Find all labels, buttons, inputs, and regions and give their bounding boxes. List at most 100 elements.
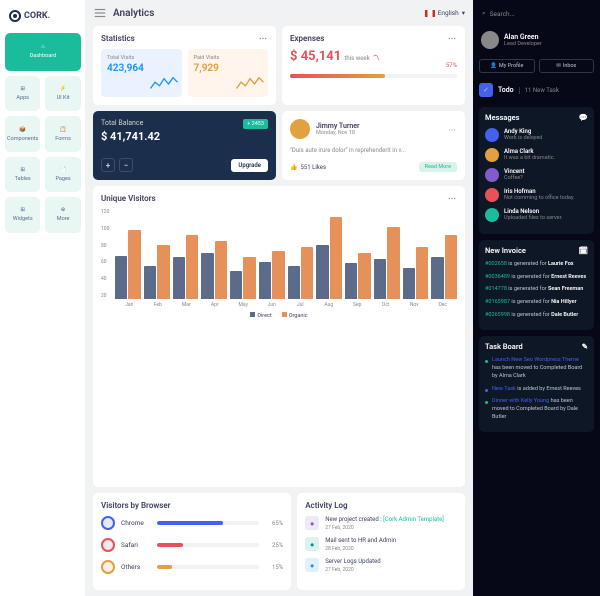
expenses-title: Expenses xyxy=(290,34,324,43)
activity-item: ●New project created : [Cork Admin Templ… xyxy=(305,516,457,531)
browser-icon xyxy=(101,538,115,552)
more-icon[interactable]: ⋯ xyxy=(448,34,457,43)
thumbs-up-icon: 👍 xyxy=(290,164,297,171)
nav-forms[interactable]: 📋Forms xyxy=(45,116,80,151)
activity-item: ●Server Logs Updated 27 Feb, 2020 xyxy=(305,558,457,573)
browsers-title: Visitors by Browser xyxy=(101,501,171,510)
search-icon: ⌕ xyxy=(482,9,486,18)
invoice-item[interactable]: #0165987 is generated for Nia Hillyer xyxy=(485,299,588,307)
task-item[interactable]: New Task is added by Ernest Reeves xyxy=(485,386,588,394)
search-input[interactable]: ⌕ Search... xyxy=(479,6,594,21)
bar-group xyxy=(288,247,314,300)
todo-widget[interactable]: ✓ Todo 11 New Task xyxy=(479,79,594,101)
chat-icon[interactable]: 💬 xyxy=(579,113,588,122)
activity-icon: ● xyxy=(305,558,319,572)
browser-row: Safari25% xyxy=(101,538,283,552)
visitors-chart-card: Unique Visitors⋯ 12010080604020 JanFebMa… xyxy=(93,186,465,487)
activity-card: Activity Log ●New project created : [Cor… xyxy=(297,493,465,590)
avatar xyxy=(290,119,310,139)
bar-group xyxy=(345,253,371,300)
flag-icon xyxy=(425,10,435,17)
invoice-item[interactable]: #002658 is generated for Laurie Fox xyxy=(485,261,588,269)
my-profile-button[interactable]: 👤My Profile xyxy=(479,59,535,73)
nav-tables[interactable]: ⊞Tables xyxy=(5,157,40,192)
more-icon[interactable]: ⋯ xyxy=(448,194,457,203)
avatar xyxy=(485,128,499,142)
message-item[interactable]: Alma ClarkIt was a bit dramatic. xyxy=(485,148,588,162)
nav-icon: ⊞ xyxy=(20,86,25,92)
upgrade-button[interactable]: Upgrade xyxy=(231,159,268,172)
minus-button[interactable]: − xyxy=(119,158,133,172)
browser-icon xyxy=(101,560,115,574)
bar-group xyxy=(115,230,141,299)
message-item[interactable]: Linda NelsonUploaded files to server. xyxy=(485,208,588,222)
activity-icon: ● xyxy=(305,516,319,530)
expenses-amount: $ 45,141 this week 〽 xyxy=(290,49,457,64)
menu-icon[interactable] xyxy=(93,6,107,20)
avatar xyxy=(485,208,499,222)
avatar xyxy=(481,31,499,49)
bar-group xyxy=(259,251,285,299)
message-item[interactable]: Iris HofmanNot comming to office today. xyxy=(485,188,588,202)
invoice-item[interactable]: #014778 is generated for Sean Freeman xyxy=(485,286,588,294)
messages-title: Messages xyxy=(485,113,520,122)
sparkline-icon xyxy=(150,75,178,93)
activity-icon: ● xyxy=(305,537,319,551)
more-icon[interactable]: ⋯ xyxy=(449,125,458,134)
messages-panel: Messages 💬 Andy KingWork is delayed Alma C… xyxy=(479,107,594,234)
nav-icon: ⚡ xyxy=(60,86,67,92)
avatar xyxy=(485,188,499,202)
balance-card: Total Balance $ 41,741.42 + 2453 + − Upg… xyxy=(93,111,276,180)
user-role: Lead Developer xyxy=(504,41,542,47)
taskboard-title: Task Board xyxy=(485,342,523,351)
browser-row: Others15% xyxy=(101,560,283,574)
logo[interactable]: CORK. xyxy=(5,8,80,24)
nav-components[interactable]: 📦Components xyxy=(5,116,40,151)
bar-group xyxy=(173,235,199,300)
message-item[interactable]: Andy KingWork is delayed xyxy=(485,128,588,142)
inbox-button[interactable]: ✉Inbox xyxy=(539,59,595,73)
bar-group xyxy=(316,217,342,300)
nav-dashboard[interactable]: ⌂Dashboard xyxy=(5,33,81,71)
taskboard-panel: Task Board ✎ Launch New Seo Wordpress The… xyxy=(479,336,594,432)
bar-group xyxy=(403,247,429,300)
main-content: Analytics English ▾ Statistics⋯ Total Vi… xyxy=(85,0,473,596)
likes[interactable]: 👍551 Likes xyxy=(290,164,326,171)
edit-icon[interactable]: ✎ xyxy=(582,342,588,351)
activity-title: Activity Log xyxy=(305,501,347,510)
nav-widgets[interactable]: ⊞Widgets xyxy=(5,197,40,232)
language-selector[interactable]: English ▾ xyxy=(425,9,465,17)
invoice-panel: New Invoice🗓 #002658 is generated for La… xyxy=(479,240,594,330)
bar-group xyxy=(374,227,400,299)
browsers-card: Visitors by Browser Chrome65%Safari25%Ot… xyxy=(93,493,291,590)
bar-group xyxy=(431,235,457,300)
message-item[interactable]: VincentCoffee? xyxy=(485,168,588,182)
task-item[interactable]: Launch New Seo Wordpress Theme has been … xyxy=(485,357,588,380)
add-button[interactable]: + xyxy=(101,158,115,172)
user-name: Alan Green xyxy=(504,33,542,41)
balance-badge: + 2453 xyxy=(243,119,268,129)
invoice-item[interactable]: #0036489 is generated for Ernest Reeves xyxy=(485,274,588,282)
nav-icon: 📦 xyxy=(19,127,26,133)
nav-pages[interactable]: 📄Pages xyxy=(45,157,80,192)
bar-group xyxy=(230,257,256,299)
logo-icon xyxy=(9,10,21,22)
check-icon: ✓ xyxy=(479,83,493,97)
balance-label: Total Balance xyxy=(101,119,160,127)
more-icon[interactable]: ⋯ xyxy=(259,34,268,43)
user-profile: Alan Green Lead Developer xyxy=(479,27,594,53)
post-card: Jimmy Turner Monday, Nov 18 ⋯ "Duis aute… xyxy=(282,111,465,180)
calendar-icon[interactable]: 🗓 xyxy=(578,246,588,255)
task-item[interactable]: Dinner with Kelly Young has been moved t… xyxy=(485,398,588,421)
nav-ui-kit[interactable]: ⚡UI Kit xyxy=(45,76,80,111)
nav-icon: ⊕ xyxy=(61,207,66,213)
read-more-button[interactable]: Read More xyxy=(419,162,457,172)
post-author: Jimmy Turner xyxy=(316,122,360,130)
page-title: Analytics xyxy=(113,8,154,19)
statistics-title: Statistics xyxy=(101,34,135,43)
avatar xyxy=(485,148,499,162)
invoice-item[interactable]: #0265998 is generated for Dale Butler xyxy=(485,312,588,320)
nav-apps[interactable]: ⊞Apps xyxy=(5,76,40,111)
nav-more[interactable]: ⊕More xyxy=(45,197,80,232)
nav-icon: ⊞ xyxy=(20,207,25,213)
